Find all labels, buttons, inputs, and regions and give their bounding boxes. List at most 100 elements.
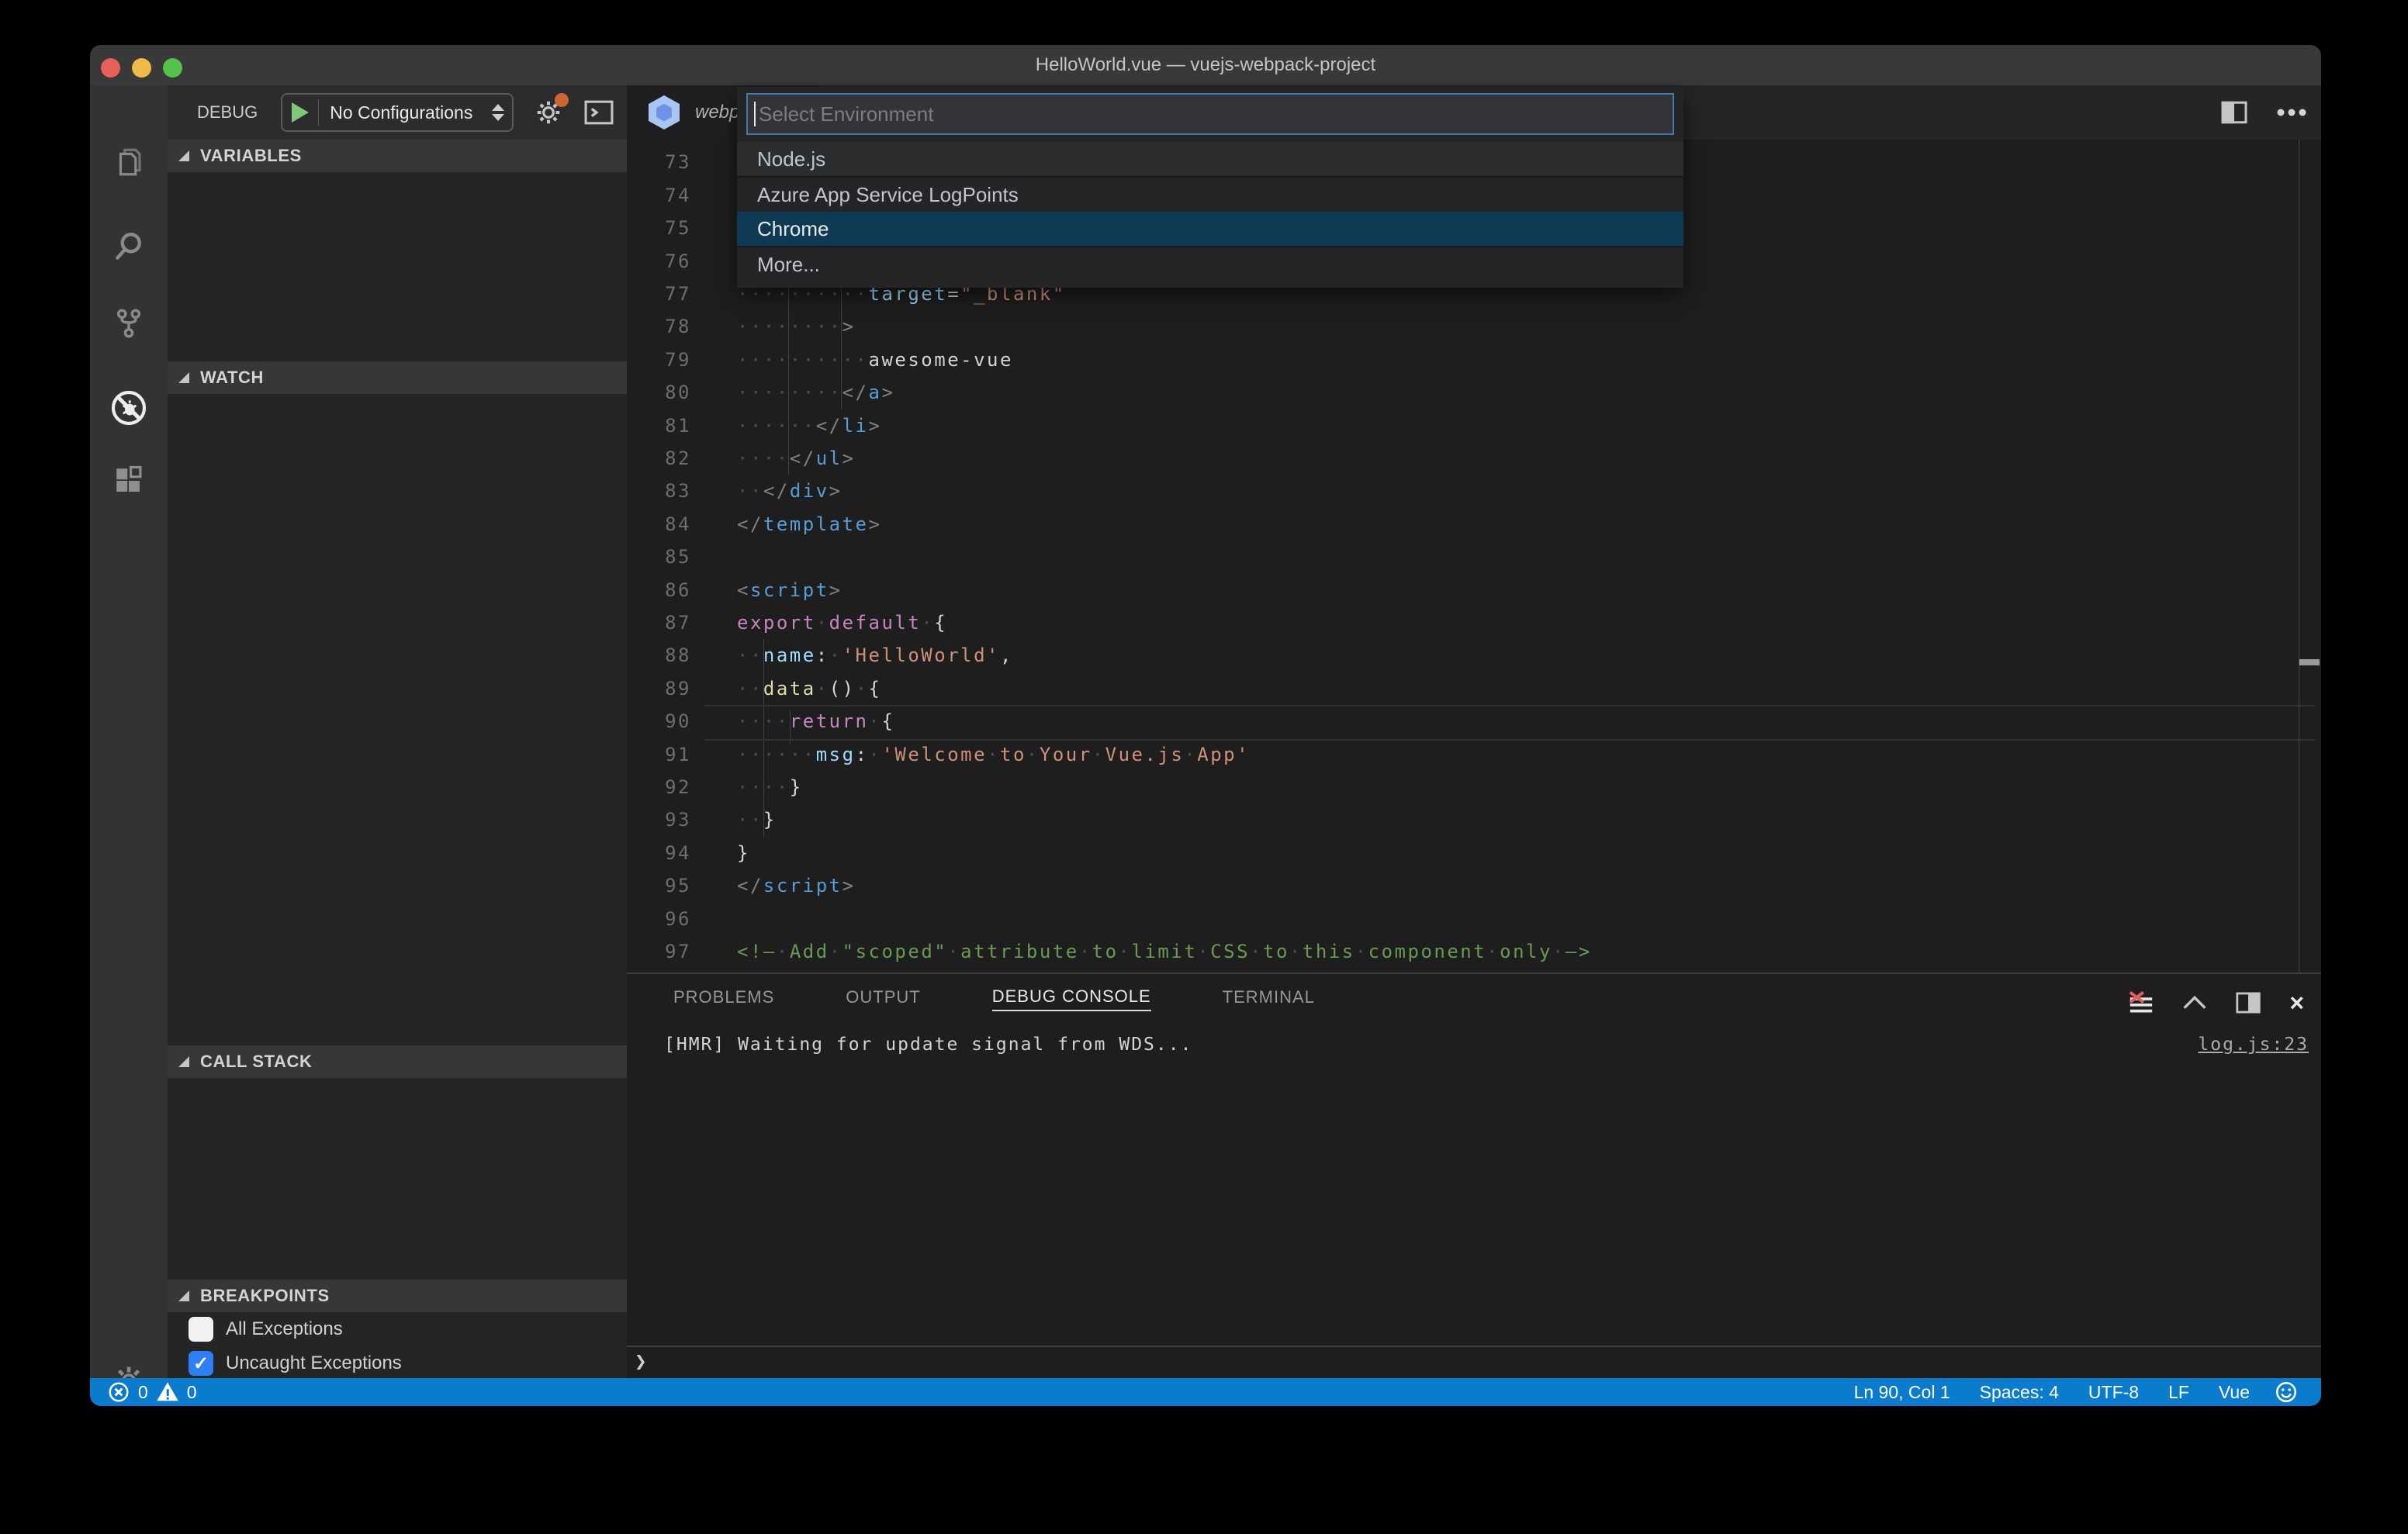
debug-configuration-select[interactable]: No Configurations — [281, 93, 514, 132]
panel-tab-terminal[interactable]: TERMINAL — [1223, 987, 1315, 1011]
line-number: 89 — [665, 677, 691, 700]
status-item[interactable]: UTF-8 — [2088, 1382, 2139, 1403]
code-line: 78 ········> — [627, 310, 2321, 344]
quick-pick-item[interactable]: More... — [737, 246, 1683, 282]
extensions-icon[interactable] — [90, 446, 168, 516]
line-number: 73 — [665, 151, 691, 174]
close-panel-icon[interactable]: × — [2289, 990, 2304, 1015]
line-number: 79 — [665, 348, 691, 371]
gear-badge — [555, 93, 569, 107]
section-header-watch[interactable]: WATCH — [168, 361, 627, 394]
line-number: 77 — [665, 283, 691, 305]
panel-tab-debug-console[interactable]: DEBUG CONSOLE — [991, 986, 1151, 1011]
line-number: 84 — [665, 513, 691, 535]
checkbox-checked[interactable]: ✓ — [189, 1351, 213, 1376]
code-line: 89 ··data·()·{ — [627, 672, 2321, 706]
code-line: 86 <script> — [627, 574, 2321, 607]
editor-actions — [2220, 85, 2307, 140]
code-line: 80 ········</a> — [627, 376, 2321, 409]
twisty-icon — [178, 372, 189, 383]
webpack-icon — [649, 95, 680, 130]
line-number: 97 — [665, 941, 691, 962]
panel-tab-output[interactable]: OUTPUT — [846, 987, 920, 1011]
quick-pick-widget: Select Environment Node.js Azure App Serv… — [737, 87, 1683, 288]
breakpoint-row[interactable]: All Exceptions — [168, 1312, 627, 1346]
move-panel-icon[interactable] — [2235, 991, 2261, 1014]
line-number: 81 — [665, 414, 691, 437]
activity-bar — [90, 85, 168, 1394]
error-count: 0 — [138, 1381, 148, 1402]
quick-pick-item[interactable]: Node.js — [737, 142, 1683, 178]
code-line: 85 — [627, 541, 2321, 574]
code-line: 93 ··} — [627, 803, 2321, 837]
problems-status[interactable]: 0 0 — [107, 1380, 197, 1404]
status-bar-right: Ln 90, Col 1 Spaces: 4 UTF-8 LF Vue — [1854, 1382, 2250, 1403]
line-number: 83 — [665, 480, 691, 503]
section-header-breakpoints[interactable]: BREAKPOINTS — [168, 1280, 627, 1312]
vscode-window: HelloWorld.vue — vuejs-webpack-project D… — [90, 45, 2321, 1406]
line-number: 75 — [665, 217, 691, 240]
code-line: 84 </template> — [627, 508, 2321, 541]
quick-pick-item[interactable]: Azure App Service LogPoints — [737, 178, 1683, 212]
line-number: 94 — [665, 841, 691, 864]
code-line: 79 ··········awesome-vue — [627, 344, 2321, 377]
maximize-panel-icon[interactable] — [2182, 995, 2207, 1011]
debug-console-input[interactable]: ❯ — [627, 1346, 2321, 1378]
line-number: 95 — [665, 875, 691, 897]
debug-view-title: DEBUG — [197, 102, 258, 122]
clear-console-icon[interactable] — [2128, 991, 2154, 1014]
debug-configuration-value: No Configurations — [330, 102, 473, 123]
debug-console-output: [HMR] Waiting for update signal from WDS… — [664, 1035, 1193, 1055]
status-item[interactable]: LF — [2168, 1382, 2189, 1403]
quick-pick-list: Node.js Azure App Service LogPoints Chrome… — [737, 142, 1683, 282]
debug-icon[interactable] — [90, 373, 168, 443]
line-number: 78 — [665, 316, 691, 338]
panel-tab-bar: PROBLEMS OUTPUT DEBUG CONSOLE TERMINAL — [673, 974, 1315, 1024]
source-control-icon[interactable] — [90, 288, 168, 358]
section-header-variables[interactable]: VARIABLES — [168, 140, 627, 172]
code-line: 91 ······msg:·'Welcome·to·Your·Vue.js·App… — [627, 738, 2321, 772]
line-number: 91 — [665, 743, 691, 765]
breakpoint-label: Uncaught Exceptions — [226, 1353, 402, 1373]
status-item[interactable]: Ln 90, Col 1 — [1854, 1382, 1950, 1403]
debug-sidebar: DEBUG No Configurations VARIABLES WATCH … — [168, 85, 627, 1378]
feedback-smiley-icon[interactable] — [2275, 1380, 2298, 1404]
select-arrows-icon — [492, 104, 505, 121]
breakpoint-row[interactable]: ✓ Uncaught Exceptions — [168, 1346, 627, 1380]
line-number: 88 — [665, 644, 691, 667]
code-line: 95 </script> — [627, 869, 2321, 903]
code-line: 94} — [627, 837, 2321, 870]
debug-toolbar: DEBUG No Configurations — [168, 85, 627, 140]
text-cursor — [754, 102, 756, 126]
start-debug-icon[interactable] — [292, 102, 310, 123]
checkbox-unchecked[interactable] — [189, 1317, 213, 1342]
code-line: 97 <!—·Add·"scoped"·attribute·to·limit·CS… — [627, 935, 2321, 969]
source-location-link[interactable]: log.js:23 — [2198, 1035, 2309, 1055]
line-number: 92 — [665, 776, 691, 798]
twisty-icon — [178, 1290, 189, 1301]
panel-tab-problems[interactable]: PROBLEMS — [673, 987, 774, 1011]
title-bar: HelloWorld.vue — vuejs-webpack-project — [90, 45, 2321, 86]
quick-pick-item[interactable]: Chrome — [737, 212, 1683, 246]
split-editor-icon[interactable] — [2220, 100, 2248, 125]
window-title: HelloWorld.vue — vuejs-webpack-project — [1035, 54, 1376, 75]
twisty-icon — [178, 150, 189, 161]
status-item[interactable]: Vue — [2219, 1382, 2250, 1403]
toggle-debug-console-icon[interactable] — [583, 98, 614, 126]
code-line: 90 ····return·{ — [627, 705, 2321, 738]
more-actions-icon[interactable] — [2276, 108, 2307, 117]
quick-pick-input[interactable]: Select Environment — [746, 93, 1674, 135]
breakpoint-label: All Exceptions — [226, 1318, 343, 1339]
code-line: 92 ····} — [627, 771, 2321, 804]
status-item[interactable]: Spaces: 4 — [1980, 1382, 2059, 1403]
section-header-call-stack[interactable]: CALL STACK — [168, 1045, 627, 1078]
console-prompt-icon: ❯ — [635, 1350, 647, 1373]
search-icon[interactable] — [90, 210, 168, 280]
explorer-icon[interactable] — [90, 127, 168, 197]
configure-gear-icon[interactable] — [534, 93, 569, 127]
line-number: 93 — [665, 809, 691, 831]
error-icon — [109, 1382, 129, 1402]
line-number: 90 — [665, 710, 691, 733]
quick-pick-placeholder: Select Environment — [759, 102, 934, 126]
code-line: 83 ··</div> — [627, 475, 2321, 508]
